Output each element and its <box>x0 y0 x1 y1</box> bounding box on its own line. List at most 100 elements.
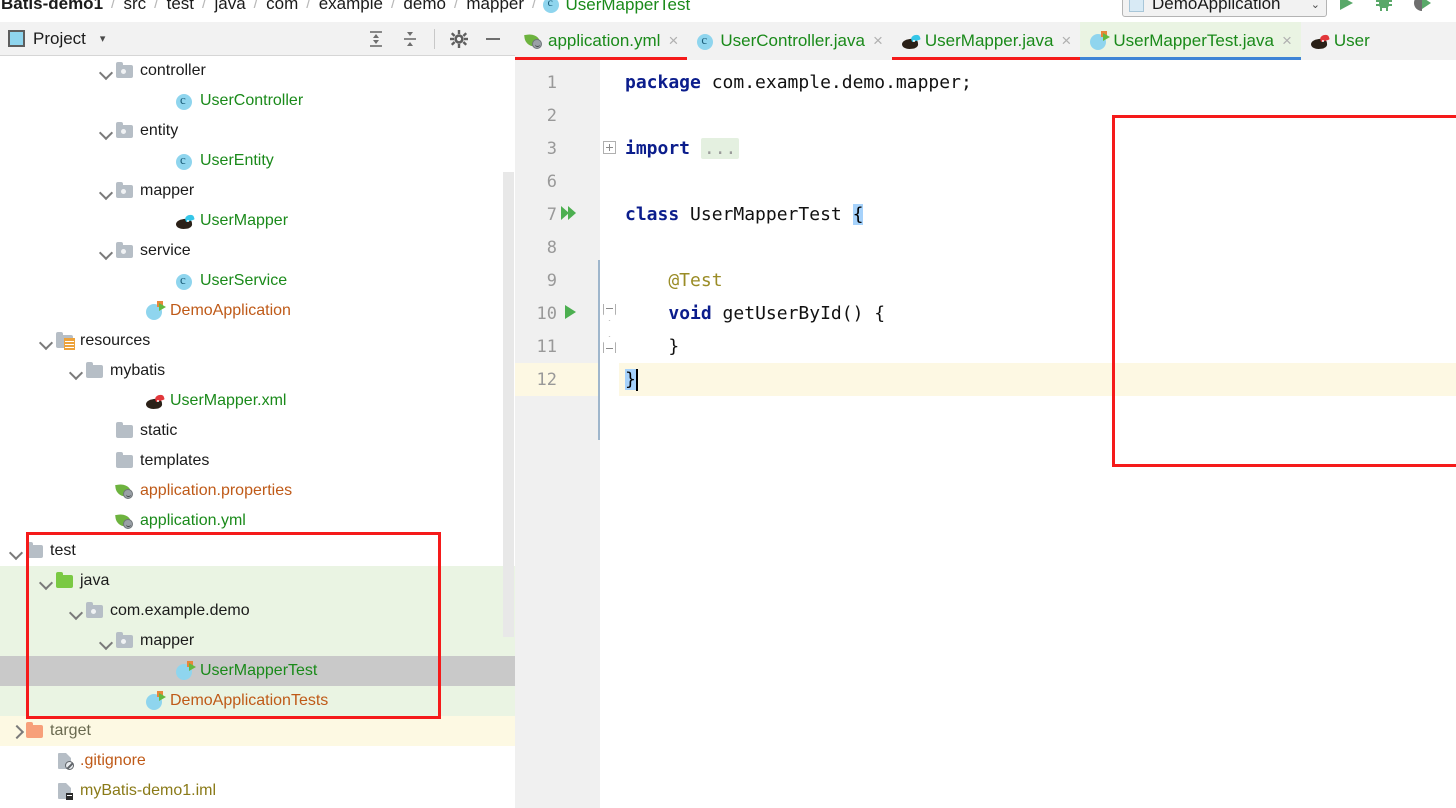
breadcrumb-item[interactable]: com <box>265 0 299 14</box>
fold-expand-icon[interactable] <box>603 141 616 154</box>
gutter-line[interactable]: 12 <box>515 363 600 396</box>
breadcrumb-item[interactable]: Batis-demo1 <box>0 0 104 14</box>
code-line[interactable]: @Test <box>619 264 1456 297</box>
tree-row[interactable]: mybatis <box>0 356 515 386</box>
gutter-line[interactable]: 11 <box>515 330 600 363</box>
code-line[interactable]: } <box>619 330 1456 363</box>
close-icon[interactable]: × <box>873 31 883 51</box>
gutter-line[interactable]: 2 <box>515 99 600 132</box>
editor-gutter[interactable]: 1 2 3 6 7 8 9 10 11 12 <box>515 60 600 808</box>
tree-row[interactable]: templates <box>0 446 515 476</box>
chevron-down-icon[interactable] <box>98 123 115 140</box>
fold-region-start-icon[interactable] <box>603 304 616 321</box>
chevron-down-icon[interactable] <box>98 633 115 650</box>
tree-row[interactable]: resources <box>0 326 515 356</box>
hide-toolwindow-icon[interactable] <box>483 29 503 49</box>
run-configuration-selector[interactable]: DemoApplication ⌄ <box>1122 0 1327 17</box>
chevron-down-icon[interactable] <box>68 363 85 380</box>
chevron-down-icon[interactable]: ▾ <box>100 32 106 45</box>
chevron-down-icon[interactable] <box>38 573 55 590</box>
breadcrumb-item[interactable]: mapper <box>465 0 525 14</box>
breadcrumb-item[interactable]: demo <box>402 0 447 14</box>
chevron-down-icon[interactable] <box>68 603 85 620</box>
gutter-line[interactable]: 1 <box>515 66 600 99</box>
close-icon[interactable]: × <box>668 31 678 51</box>
tree-row[interactable]: UserMapper.xml <box>0 386 515 416</box>
editor-tab-bar[interactable]: application.yml×UserController.java×User… <box>515 22 1456 60</box>
tree-row[interactable]: UserController <box>0 86 515 116</box>
editor-tab[interactable]: User <box>1300 22 1387 60</box>
chevron-down-icon[interactable] <box>8 543 25 560</box>
tree-row[interactable]: application.properties <box>0 476 515 506</box>
run-icon[interactable] <box>1336 0 1356 13</box>
code-editor[interactable]: 1 2 3 6 7 8 9 10 11 12 package com.example.demo.m… <box>515 60 1456 808</box>
chevron-down-icon[interactable] <box>98 243 115 260</box>
code-line[interactable]: } <box>619 363 1456 396</box>
code-line[interactable] <box>619 165 1456 198</box>
code-line[interactable] <box>619 99 1456 132</box>
chevron-down-icon[interactable]: ⌄ <box>1311 0 1320 11</box>
editor-tab[interactable]: application.yml × <box>515 22 688 60</box>
gutter-line[interactable]: 10 <box>515 297 600 330</box>
tree-row[interactable]: service <box>0 236 515 266</box>
breadcrumb-item[interactable]: example <box>318 0 384 14</box>
tree-row[interactable]: .gitignore <box>0 746 515 776</box>
editor-tab[interactable]: UserMapper.java × <box>891 22 1081 60</box>
tree-row[interactable]: DemoApplicationTests <box>0 686 515 716</box>
code-line[interactable]: void getUserById() { <box>619 297 1456 330</box>
tree-row[interactable]: UserEntity <box>0 146 515 176</box>
debug-icon[interactable] <box>1374 0 1394 13</box>
project-tree[interactable]: controller UserController entity UserEntity… <box>0 56 515 808</box>
chevron-down-icon[interactable] <box>98 183 115 200</box>
chevron-down-icon[interactable] <box>38 333 55 350</box>
close-icon[interactable]: × <box>1061 31 1071 51</box>
run-with-coverage-icon[interactable] <box>1412 0 1432 13</box>
tree-row[interactable]: controller <box>0 56 515 86</box>
fold-gutter[interactable] <box>601 60 619 808</box>
code-line[interactable]: class UserMapperTest { <box>619 198 1456 231</box>
collapse-all-icon[interactable] <box>400 29 420 49</box>
code-line[interactable]: import ... <box>619 132 1456 165</box>
tree-row[interactable]: entity <box>0 116 515 146</box>
gutter-line[interactable]: 6 <box>515 165 600 198</box>
tree-row[interactable]: target <box>0 716 515 746</box>
tree-arrow-placeholder <box>128 693 145 710</box>
chevron-down-icon[interactable] <box>98 63 115 80</box>
tree-row[interactable]: UserMapper <box>0 206 515 236</box>
expand-all-icon[interactable] <box>366 29 386 49</box>
code-line[interactable] <box>619 231 1456 264</box>
tree-row[interactable]: DemoApplication <box>0 296 515 326</box>
run-class-gutter-icon[interactable] <box>557 205 583 224</box>
editor-tab[interactable]: UserMapperTest.java × <box>1080 22 1301 60</box>
tree-row[interactable]: mapper <box>0 176 515 206</box>
code-content[interactable]: package com.example.demo.mapper; import .… <box>619 60 1456 808</box>
tree-row[interactable]: test <box>0 536 515 566</box>
tree-row[interactable]: UserService <box>0 266 515 296</box>
tree-row[interactable]: UserMapperTest <box>0 656 515 686</box>
breadcrumb-label: test <box>166 0 195 13</box>
gear-icon[interactable] <box>449 29 469 49</box>
project-tree-scrollbar[interactable] <box>503 172 514 637</box>
tree-row[interactable]: static <box>0 416 515 446</box>
tree-row[interactable]: mapper <box>0 626 515 656</box>
close-icon[interactable]: × <box>1282 31 1292 51</box>
code-line[interactable]: package com.example.demo.mapper; <box>619 66 1456 99</box>
breadcrumb-item[interactable]: java <box>213 0 246 14</box>
breadcrumb[interactable]: Batis-demo1 / src / test / java / com / example / de… <box>0 0 691 17</box>
run-test-gutter-icon[interactable] <box>557 304 583 323</box>
chevron-right-icon[interactable] <box>8 723 25 740</box>
fold-region-end-icon[interactable] <box>603 336 616 353</box>
line-number: 1 <box>546 72 557 93</box>
tree-row[interactable]: com.example.demo <box>0 596 515 626</box>
gutter-line[interactable]: 7 <box>515 198 600 231</box>
breadcrumb-item[interactable]: src <box>122 0 147 14</box>
breadcrumb-item[interactable]: UserMapperTest <box>543 0 691 15</box>
tree-row[interactable]: java <box>0 566 515 596</box>
tree-row[interactable]: myBatis-demo1.iml <box>0 776 515 806</box>
gutter-line[interactable]: 3 <box>515 132 600 165</box>
editor-tab[interactable]: UserController.java × <box>687 22 892 60</box>
gutter-line[interactable]: 8 <box>515 231 600 264</box>
gutter-line[interactable]: 9 <box>515 264 600 297</box>
tree-row[interactable]: application.yml <box>0 506 515 536</box>
breadcrumb-item[interactable]: test <box>166 0 195 14</box>
